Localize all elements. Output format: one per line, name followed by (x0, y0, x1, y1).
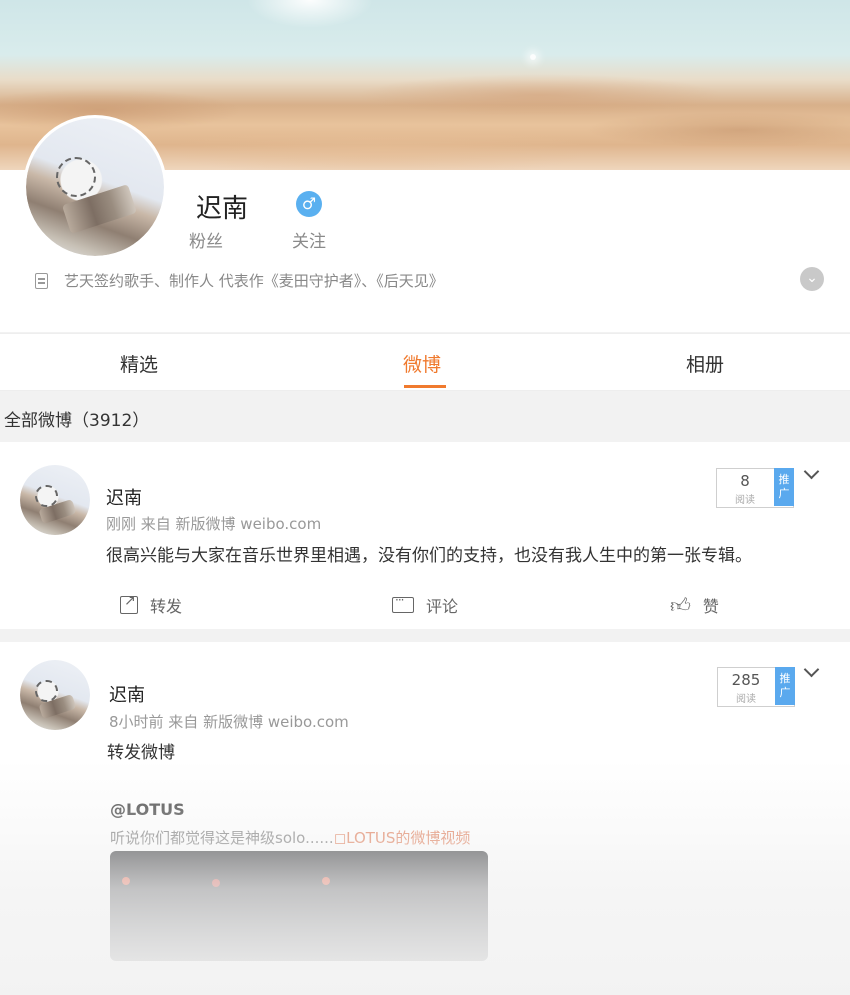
profile-name: 迟南 (196, 194, 249, 224)
avatar-image (20, 465, 90, 535)
comment-icon (392, 593, 414, 613)
chevron-down-icon[interactable]: ⌄ (800, 267, 824, 291)
promote-button[interactable]: 推广 (774, 468, 794, 506)
repost-body: 听说你们都觉得这是神级solo...... (110, 829, 334, 847)
post-avatar[interactable] (20, 465, 90, 535)
read-count: 8 (740, 472, 750, 490)
thumbs-up-icon: 👍︎ (670, 593, 691, 617)
post-author[interactable]: 迟南 (109, 681, 145, 707)
read-label: 阅读 (736, 694, 756, 705)
share-icon (120, 593, 138, 614)
feed-count: 全部微博（3912） (4, 411, 150, 431)
comment-button[interactable]: 评论 (392, 593, 458, 617)
read-label: 阅读 (735, 495, 755, 506)
profile-avatar[interactable] (26, 118, 164, 256)
male-icon: ♂ (296, 191, 322, 217)
tab-album[interactable]: 相册 (686, 350, 724, 377)
fans-link[interactable]: 粉丝 (189, 227, 223, 252)
read-count: 285 (731, 671, 761, 689)
promote-button[interactable]: 推广 (775, 667, 795, 705)
active-tab-indicator (404, 385, 446, 388)
avatar-image (26, 118, 164, 256)
forward-label: 转发 (150, 597, 183, 616)
document-icon (35, 273, 48, 289)
post-meta: 8小时前 来自 新版微博 weibo.com (109, 713, 349, 731)
video-link-label: LOTUS的微博视频 (346, 829, 471, 847)
read-count-box: 8 阅读 推广 (716, 468, 794, 508)
forward-button[interactable]: 转发 (120, 593, 182, 617)
post-avatar[interactable] (20, 660, 90, 730)
comment-label: 评论 (426, 597, 459, 616)
following-link[interactable]: 关注 (292, 227, 326, 252)
repost-text: 听说你们都觉得这是神级solo......◻︎LOTUS的微博视频 (110, 827, 470, 848)
tab-weibo[interactable]: 微博 (403, 350, 441, 377)
post-meta: 刚刚 来自 新版微博 weibo.com (106, 515, 322, 533)
post-author[interactable]: 迟南 (106, 484, 142, 510)
repost-author[interactable]: @LOTUS (110, 800, 185, 819)
like-label: 赞 (702, 597, 719, 616)
read-count-box: 285 阅读 推广 (717, 667, 795, 707)
profile-tabs: 精选 微博 相册 (0, 333, 850, 391)
like-button[interactable]: 👍︎ 赞 (670, 593, 719, 617)
video-link[interactable]: ◻︎LOTUS的微博视频 (334, 829, 471, 847)
avatar-image (20, 660, 90, 730)
profile-bio: 艺天签约歌手、制作人 代表作《麦田守护者》、《后天见》 (64, 272, 444, 290)
tab-featured[interactable]: 精选 (120, 350, 158, 377)
video-thumbnail[interactable] (110, 851, 488, 961)
post-text: 很高兴能与大家在音乐世界里相遇，没有你们的支持，也没有我人生中的第一张专辑。 (106, 546, 752, 566)
sparkle (530, 54, 536, 60)
post-text: 转发微博 (107, 743, 175, 763)
